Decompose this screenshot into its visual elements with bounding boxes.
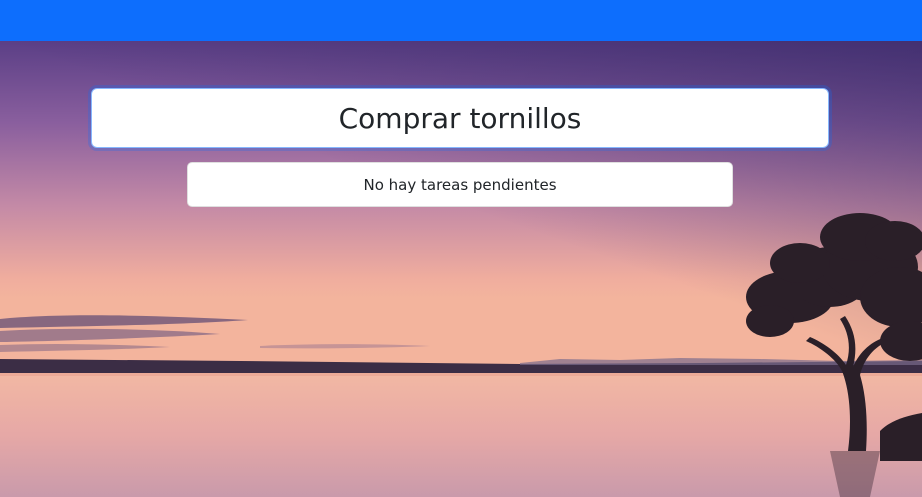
top-navbar xyxy=(0,0,922,41)
empty-tasks-message: No hay tareas pendientes xyxy=(363,175,557,194)
task-input[interactable] xyxy=(91,88,829,148)
task-list: No hay tareas pendientes xyxy=(187,162,733,207)
